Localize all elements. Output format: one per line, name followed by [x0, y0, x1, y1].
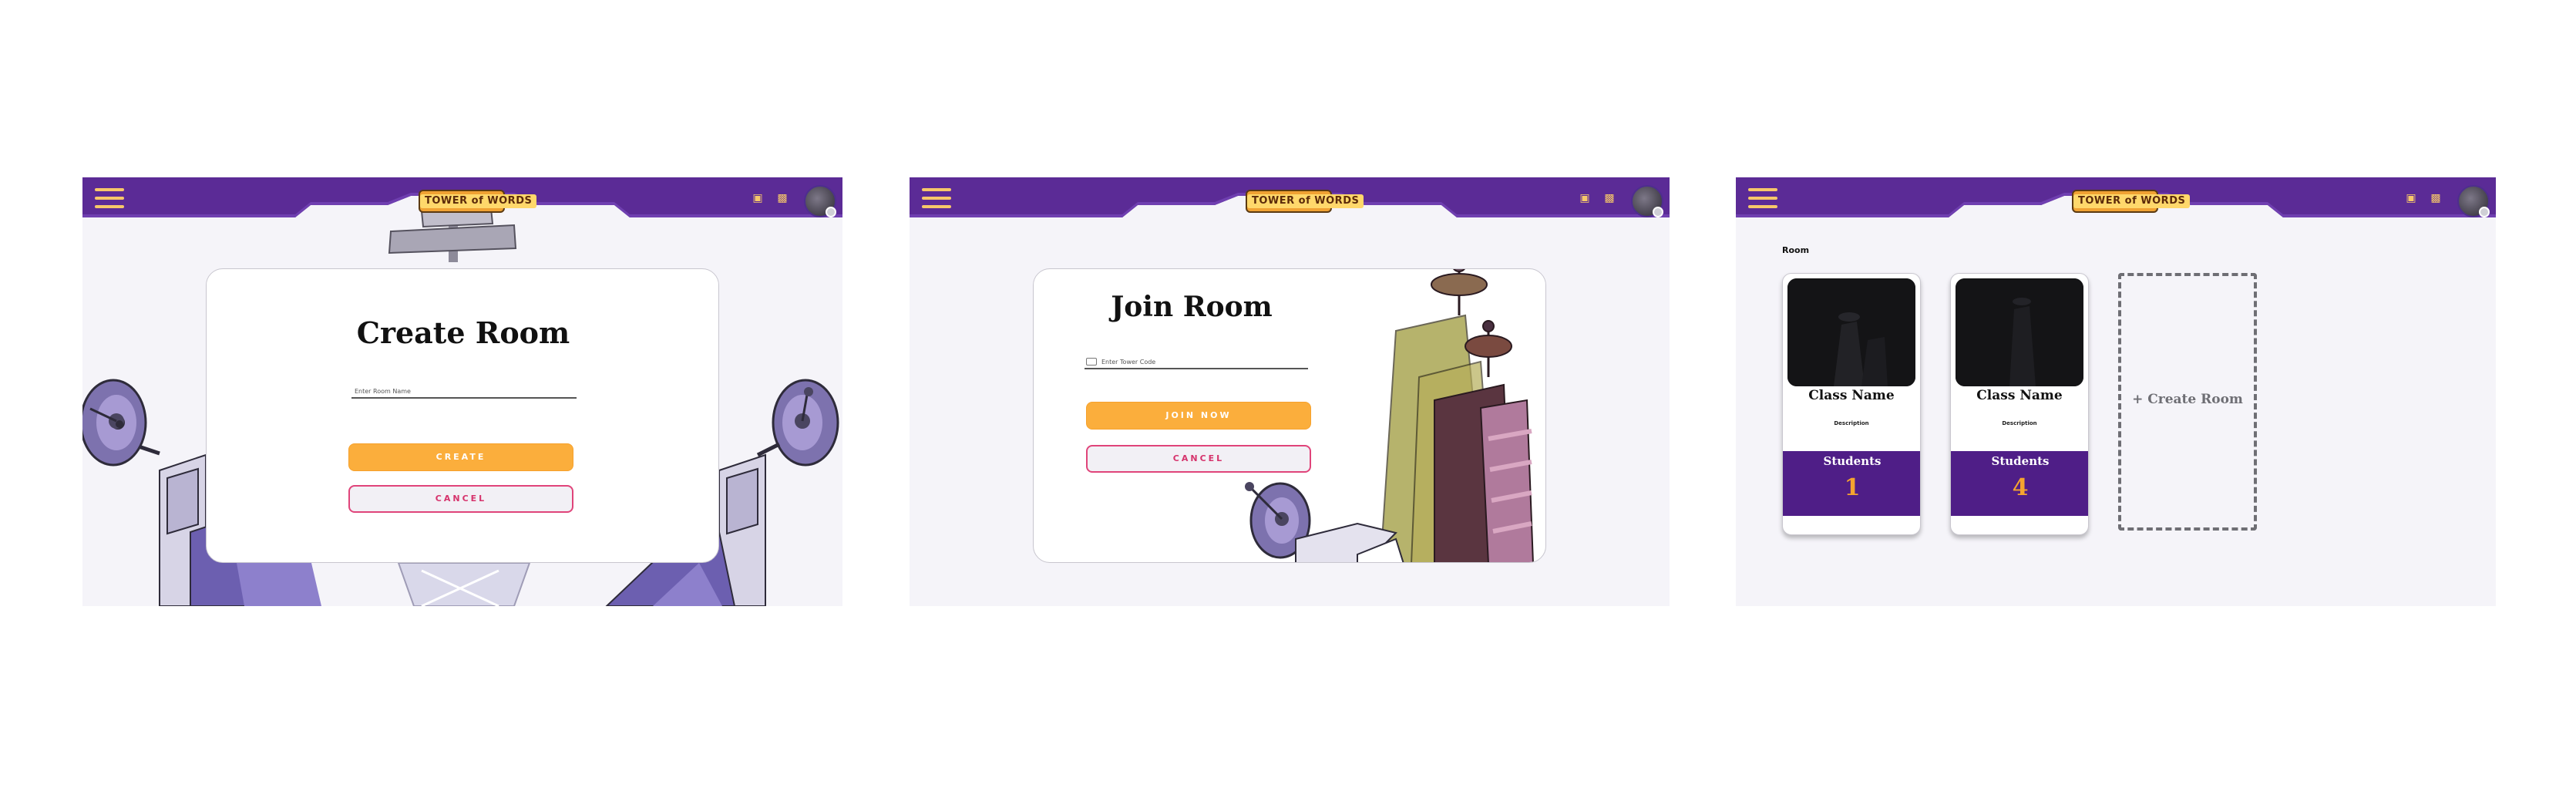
join-room-screen: TOWER of WORDS ▣ ▩ Join Room Enter Tower… — [910, 177, 1670, 606]
create-room-tile[interactable]: + Create Room — [2118, 273, 2257, 531]
top-navigation-bar: TOWER of WORDS ▣ ▩ — [910, 177, 1670, 221]
tower-of-words-logo[interactable]: TOWER of WORDS — [1246, 190, 1364, 213]
join-now-button[interactable]: JOIN NOW — [1086, 402, 1311, 430]
students-count: 4 — [2012, 474, 2029, 501]
class-description: Description — [1834, 420, 1869, 426]
hamburger-icon[interactable] — [1748, 188, 1777, 211]
hamburger-icon[interactable] — [95, 188, 124, 211]
section-label: Room — [1782, 245, 1810, 255]
cancel-button[interactable]: CANCEL — [348, 485, 573, 513]
status-dot — [826, 207, 836, 217]
create-room-screen: TOWER of WORDS ▣ ▩ Create Room Enter Roo… — [82, 177, 842, 606]
top-navigation-bar: TOWER of WORDS ▣ ▩ — [82, 177, 842, 221]
room-name-input[interactable]: Enter Room Name — [351, 382, 577, 399]
profile-avatar[interactable] — [2457, 185, 2490, 217]
create-room-label: + Create Room — [2132, 392, 2243, 407]
store-icon[interactable]: ▣ — [2405, 192, 2417, 204]
room-card[interactable]: Class Name Description Students 1 — [1782, 273, 1921, 535]
students-label: Students — [1823, 454, 1882, 468]
treasure-chest-icon[interactable]: ▩ — [2430, 192, 2442, 204]
create-room-dialog: Create Room Enter Room Name CREATE CANCE… — [206, 268, 719, 563]
profile-avatar[interactable] — [804, 185, 836, 217]
room-name-placeholder: Enter Room Name — [355, 388, 411, 395]
status-dot — [1653, 207, 1663, 217]
tower-code-input[interactable]: Enter Tower Code — [1085, 352, 1308, 369]
tower-of-words-logo[interactable]: TOWER of WORDS — [419, 190, 537, 213]
top-navigation-bar: TOWER of WORDS ▣ ▩ — [1736, 177, 2496, 221]
treasure-chest-icon[interactable]: ▩ — [776, 192, 789, 204]
students-label: Students — [1991, 454, 2050, 468]
join-room-dialog: Join Room Enter Tower Code JOIN NOW CANC… — [1033, 268, 1546, 563]
cancel-button[interactable]: CANCEL — [1086, 445, 1311, 473]
status-dot — [2479, 207, 2490, 217]
store-icon[interactable]: ▣ — [752, 192, 764, 204]
rooms-list-screen: TOWER of WORDS ▣ ▩ Room Class Name Descr… — [1736, 177, 2496, 606]
profile-avatar[interactable] — [1631, 185, 1663, 217]
dialog-title: Join Room — [1111, 291, 1273, 323]
room-card[interactable]: Class Name Description Students 4 — [1950, 273, 2089, 535]
room-thumbnail — [1956, 278, 2083, 386]
class-description: Description — [2002, 420, 2037, 426]
treasure-chest-icon[interactable]: ▩ — [1603, 192, 1616, 204]
hamburger-icon[interactable] — [922, 188, 951, 211]
keyboard-icon — [1086, 358, 1097, 366]
room-thumbnail — [1787, 278, 1915, 386]
tower-code-placeholder: Enter Tower Code — [1101, 359, 1156, 366]
dialog-title: Create Room — [356, 315, 570, 350]
students-panel: Students 1 — [1783, 451, 1920, 516]
students-count: 1 — [1844, 474, 1861, 501]
create-button[interactable]: CREATE — [348, 443, 573, 471]
class-name: Class Name — [1976, 388, 2063, 403]
store-icon[interactable]: ▣ — [1579, 192, 1591, 204]
students-panel: Students 4 — [1951, 451, 2088, 516]
tower-of-words-logo[interactable]: TOWER of WORDS — [2072, 190, 2191, 213]
class-name: Class Name — [1808, 388, 1895, 403]
